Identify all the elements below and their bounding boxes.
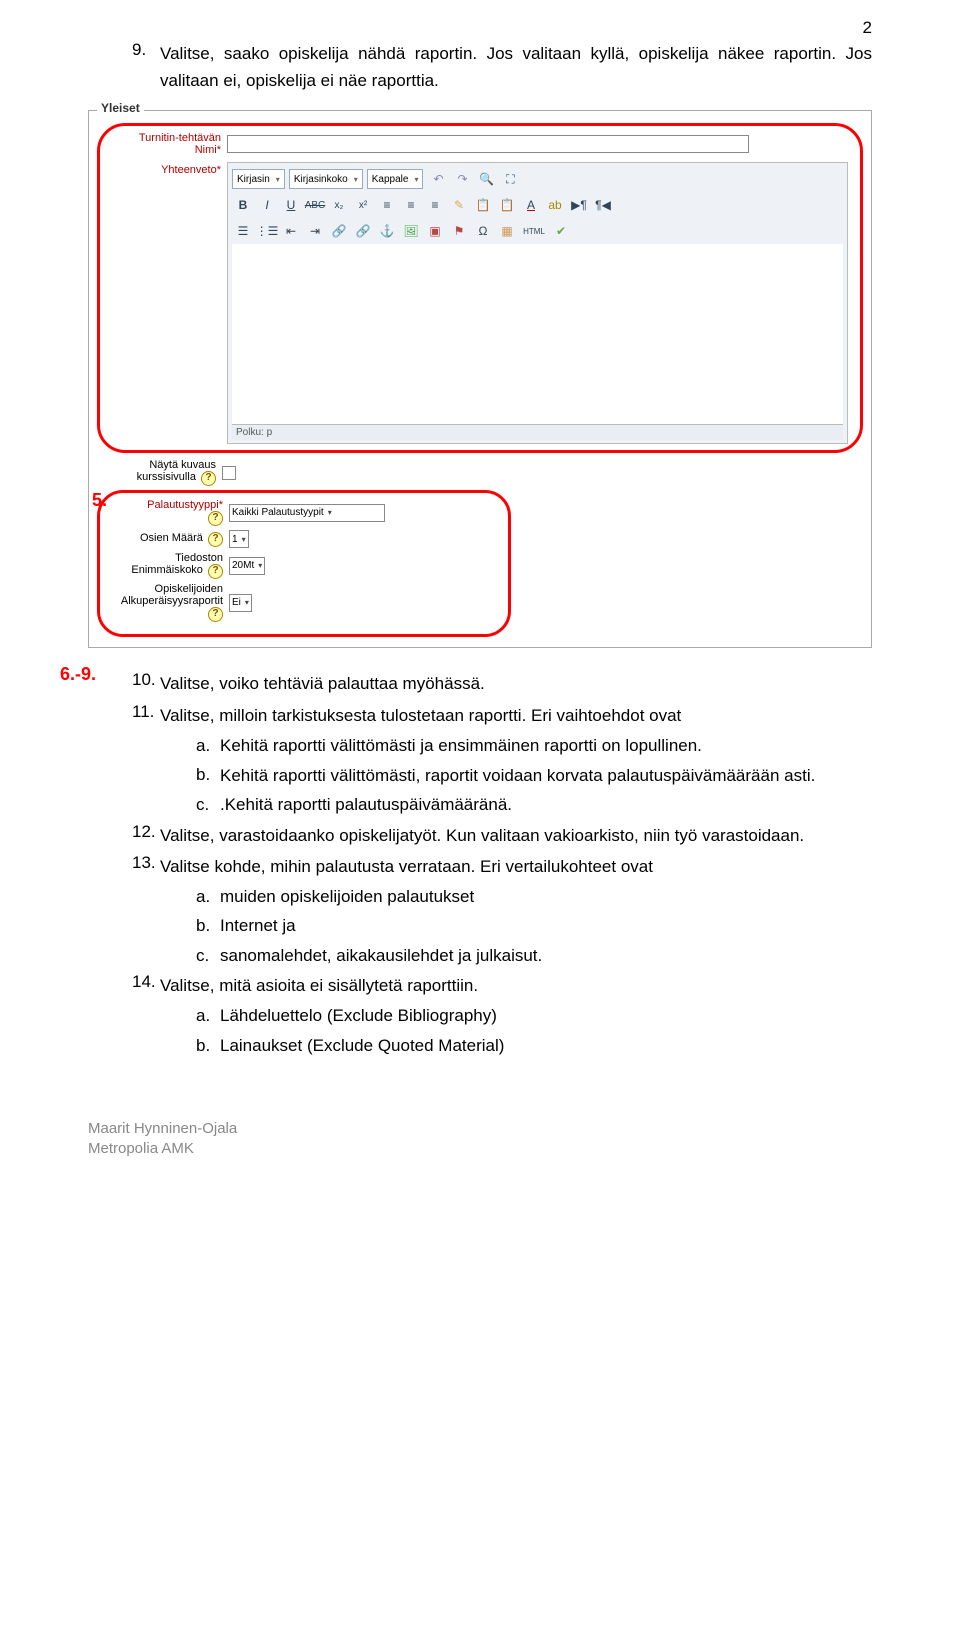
editor-panel: Yleiset Turnitin-tehtävän Nimi* Yhteenve…	[88, 110, 872, 648]
highlight-box-1: Turnitin-tehtävän Nimi* Yhteenveto* Kirj…	[97, 123, 863, 453]
alkuperaisyys-select[interactable]: Ei▾	[229, 594, 252, 612]
item-text: Valitse, voiko tehtäviä palauttaa myöhäs…	[160, 670, 872, 697]
text-color-icon[interactable]: A	[520, 195, 542, 215]
font-family-select[interactable]: Kirjasin▾	[232, 169, 285, 189]
unlink-icon[interactable]: 🔗	[352, 221, 374, 241]
rte-path-bar: Polku: p	[232, 424, 843, 440]
paste-icon[interactable]: 📋	[472, 195, 494, 215]
align-left-icon[interactable]: ≡	[376, 195, 398, 215]
help-icon[interactable]: ?	[208, 564, 223, 579]
paste-word-icon[interactable]: 📋	[496, 195, 518, 215]
ordered-list-icon[interactable]: ☰	[232, 221, 254, 241]
item-number: 13.	[132, 853, 160, 880]
indent-icon[interactable]: ⇥	[304, 221, 326, 241]
item-number: 12.	[132, 822, 160, 849]
highlight-box-2: Palautustyyppi* ? Kaikki Palautustyypit▾…	[97, 490, 511, 637]
bold-icon[interactable]: B	[232, 195, 254, 215]
help-icon[interactable]: ?	[208, 511, 223, 526]
footer: Maarit Hynninen-Ojala Metropolia AMK	[88, 1119, 872, 1160]
list-item: 13. Valitse kohde, mihin palautusta verr…	[132, 853, 872, 880]
rtl-icon[interactable]: ¶◀	[592, 195, 614, 215]
anchor-icon[interactable]: ⚓	[376, 221, 398, 241]
footer-author: Maarit Hynninen-Ojala	[88, 1119, 872, 1139]
italic-icon[interactable]: I	[256, 195, 278, 215]
item-text: Valitse kohde, mihin palautusta verrataa…	[160, 853, 872, 880]
html-source-button[interactable]: HTML	[520, 221, 548, 241]
sub-list-item: c. .Kehitä raportti palautuspäivämääränä…	[196, 792, 872, 818]
spellcheck-icon[interactable]: ✔	[550, 221, 572, 241]
list-item: 9. Valitse, saako opiskelija nähdä rapor…	[132, 40, 872, 94]
find-icon[interactable]: 🔍	[475, 169, 497, 189]
sub-list-item: c. sanomalehdet, aikakausilehdet ja julk…	[196, 943, 872, 969]
rte-canvas[interactable]	[232, 244, 843, 424]
paragraph-select[interactable]: Kappale▾	[367, 169, 424, 189]
help-icon[interactable]: ?	[208, 607, 223, 622]
unordered-list-icon[interactable]: ⋮☰	[256, 221, 278, 241]
nimi-input[interactable]	[227, 135, 749, 153]
label-nayta-kuvaus: Näytä kuvaus kurssisivulla ?	[101, 459, 222, 486]
sub-list-item: a. Lähdeluettelo (Exclude Bibliography)	[196, 1003, 872, 1029]
underline-icon[interactable]: U	[280, 195, 302, 215]
sub-list-item: b. Internet ja	[196, 913, 872, 939]
help-icon[interactable]: ?	[208, 532, 223, 547]
item-text: Valitse, milloin tarkistuksesta tulostet…	[160, 702, 872, 729]
label-tiedoston-koko: Tiedoston Enimmäiskoko ?	[108, 552, 229, 579]
outdent-icon[interactable]: ⇤	[280, 221, 302, 241]
palautustyyppi-select[interactable]: Kaikki Palautustyypit▾	[229, 504, 385, 522]
flag-icon[interactable]: ⚑	[448, 221, 470, 241]
ltr-icon[interactable]: ▶¶	[568, 195, 590, 215]
item-text: Valitse, saako opiskelija nähdä raportin…	[160, 40, 872, 94]
sub-list-item: b. Kehitä raportti välittömästi, raporti…	[196, 762, 872, 789]
label-yhteenveto: Yhteenveto*	[106, 160, 227, 176]
media-icon[interactable]: ▣	[424, 221, 446, 241]
item-number: 9.	[132, 40, 160, 94]
redo-icon[interactable]: ↷	[451, 169, 473, 189]
sub-list-item: a. Kehitä raportti välittömästi ja ensim…	[196, 733, 872, 759]
fullscreen-icon[interactable]: ⛶	[499, 169, 521, 189]
bg-color-icon[interactable]: ab	[544, 195, 566, 215]
footer-org: Metropolia AMK	[88, 1139, 872, 1159]
show-description-checkbox[interactable]	[222, 466, 236, 480]
list-item: 10. Valitse, voiko tehtäviä palauttaa my…	[132, 670, 872, 697]
link-icon[interactable]: 🔗	[328, 221, 350, 241]
help-icon[interactable]: ?	[201, 471, 216, 486]
annotation-6-9: 6.-9.	[60, 664, 96, 685]
list-item: 11. Valitse, milloin tarkistuksesta tulo…	[132, 702, 872, 729]
tiedosto-koko-select[interactable]: 20Mt▾	[229, 557, 265, 575]
sub-list-item: b. Lainaukset (Exclude Quoted Material)	[196, 1033, 872, 1059]
page-number: 2	[863, 18, 872, 38]
align-right-icon[interactable]: ≡	[424, 195, 446, 215]
rte-toolbar: Kirjasin▾ Kirjasinkoko▾ Kappale▾ ↶ ↷ 🔍 ⛶…	[227, 162, 848, 444]
label-opiskelijoiden-raportit: Opiskelijoiden Alkuperäisyysraportit ?	[108, 583, 229, 622]
item-number: 10.	[132, 670, 160, 697]
sub-list-item: a. muiden opiskelijoiden palautukset	[196, 884, 872, 910]
item-text: Valitse, mitä asioita ei sisällytetä rap…	[160, 972, 872, 999]
font-size-select[interactable]: Kirjasinkoko▾	[289, 169, 363, 189]
item-number: 11.	[132, 702, 160, 729]
item-number: 14.	[132, 972, 160, 999]
label-palautustyyppi: Palautustyyppi* ?	[108, 499, 229, 526]
item-text: Valitse, varastoidaanko opiskelijatyöt. …	[160, 822, 872, 849]
omega-icon[interactable]: Ω	[472, 221, 494, 241]
align-center-icon[interactable]: ≡	[400, 195, 422, 215]
fieldset-legend: Yleiset	[97, 101, 144, 115]
subscript-icon[interactable]: x₂	[328, 195, 350, 215]
image-icon[interactable]: 🖼	[400, 221, 422, 241]
label-nimi: Turnitin-tehtävän Nimi*	[106, 132, 227, 156]
osien-maara-select[interactable]: 1▾	[229, 530, 249, 548]
list-item: 12. Valitse, varastoidaanko opiskelijaty…	[132, 822, 872, 849]
strike-icon[interactable]: ABC	[304, 195, 326, 215]
table-icon[interactable]: ▦	[496, 221, 518, 241]
clean-icon[interactable]: ✎	[448, 195, 470, 215]
undo-icon[interactable]: ↶	[427, 169, 449, 189]
label-osien-maara: Osien Määrä ?	[108, 532, 229, 547]
superscript-icon[interactable]: x²	[352, 195, 374, 215]
list-item: 14. Valitse, mitä asioita ei sisällytetä…	[132, 972, 872, 999]
